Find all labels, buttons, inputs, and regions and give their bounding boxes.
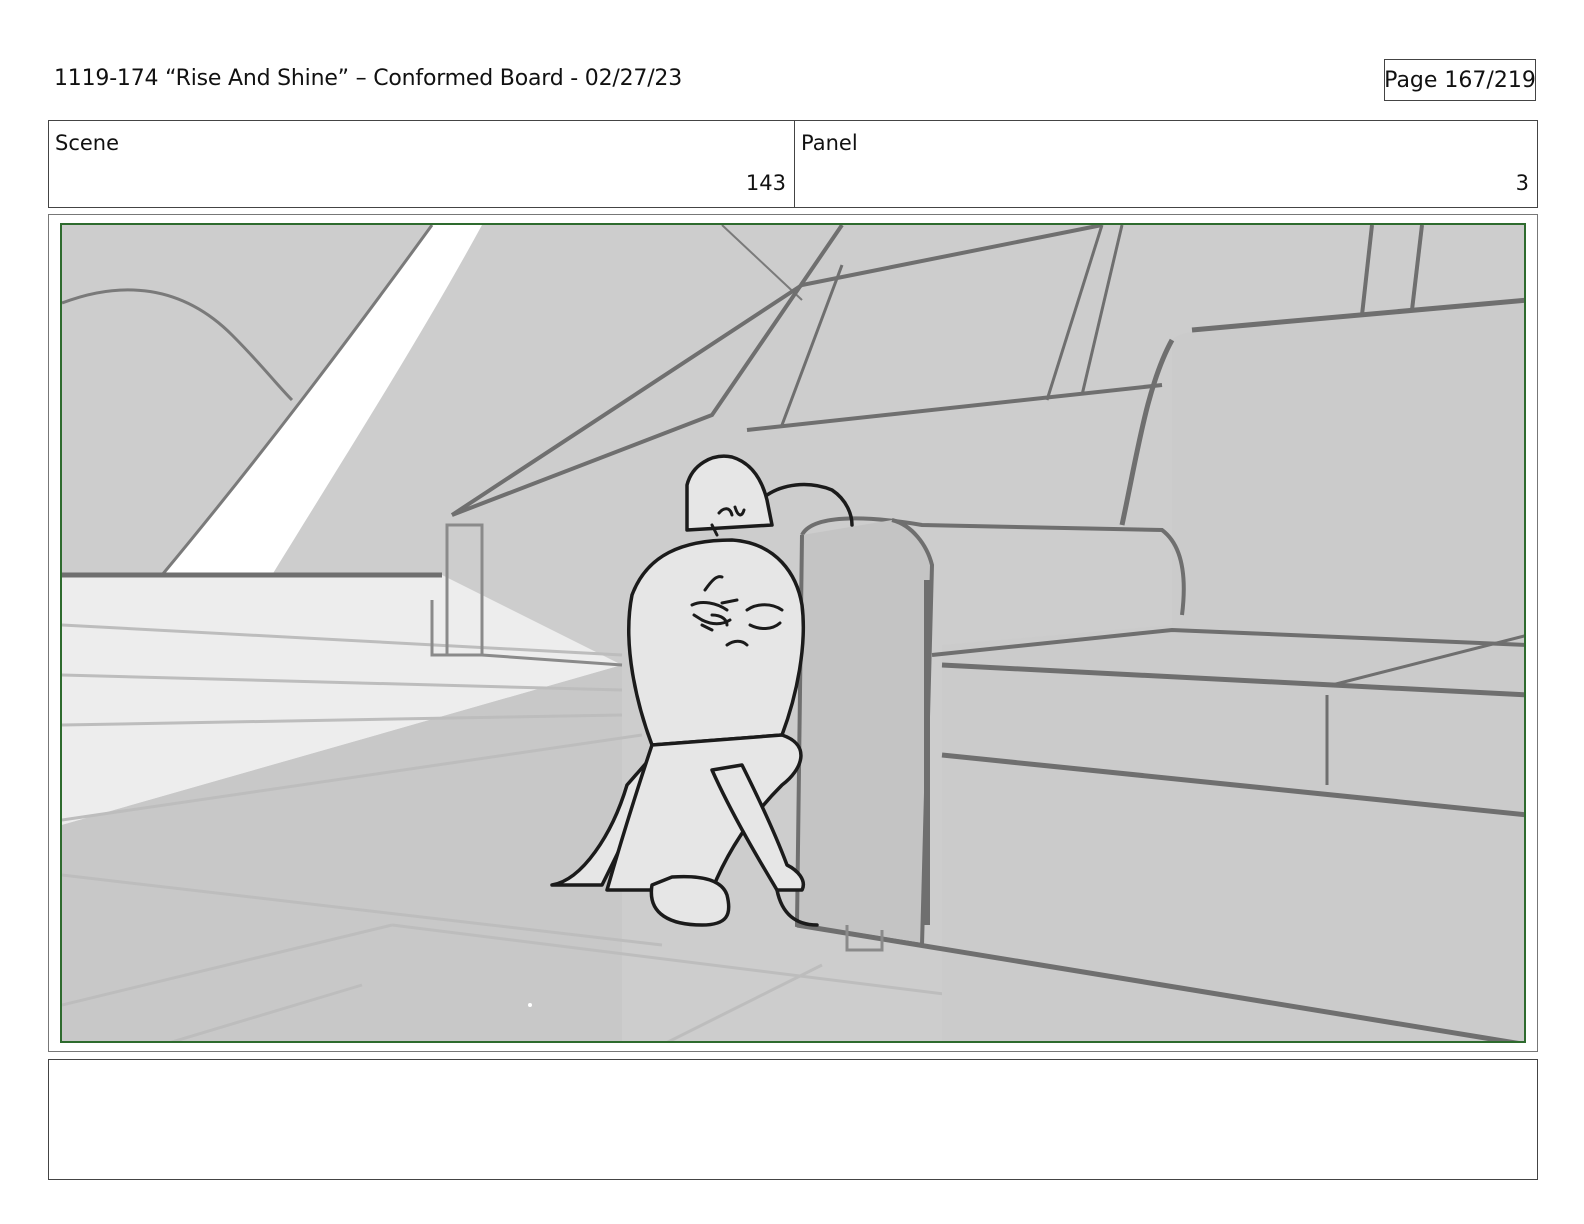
scene-panel-info: Scene 143 Panel 3 xyxy=(48,120,1538,208)
notes-box xyxy=(48,1059,1538,1180)
page-number: Page 167/219 xyxy=(1384,59,1536,101)
scene-number: 143 xyxy=(745,171,786,195)
storyboard-drawing xyxy=(60,223,1526,1043)
scene-label: Scene xyxy=(55,131,120,155)
document-title: 1119-174 “Rise And Shine” – Conformed Bo… xyxy=(54,66,682,91)
storyboard-sketch xyxy=(62,225,1524,1041)
storyboard-frame xyxy=(48,214,1538,1052)
panel-label: Panel xyxy=(801,131,858,155)
scene-cell: Scene 143 xyxy=(49,121,795,207)
panel-number: 3 xyxy=(1515,171,1529,195)
panel-cell: Panel 3 xyxy=(795,121,1537,207)
